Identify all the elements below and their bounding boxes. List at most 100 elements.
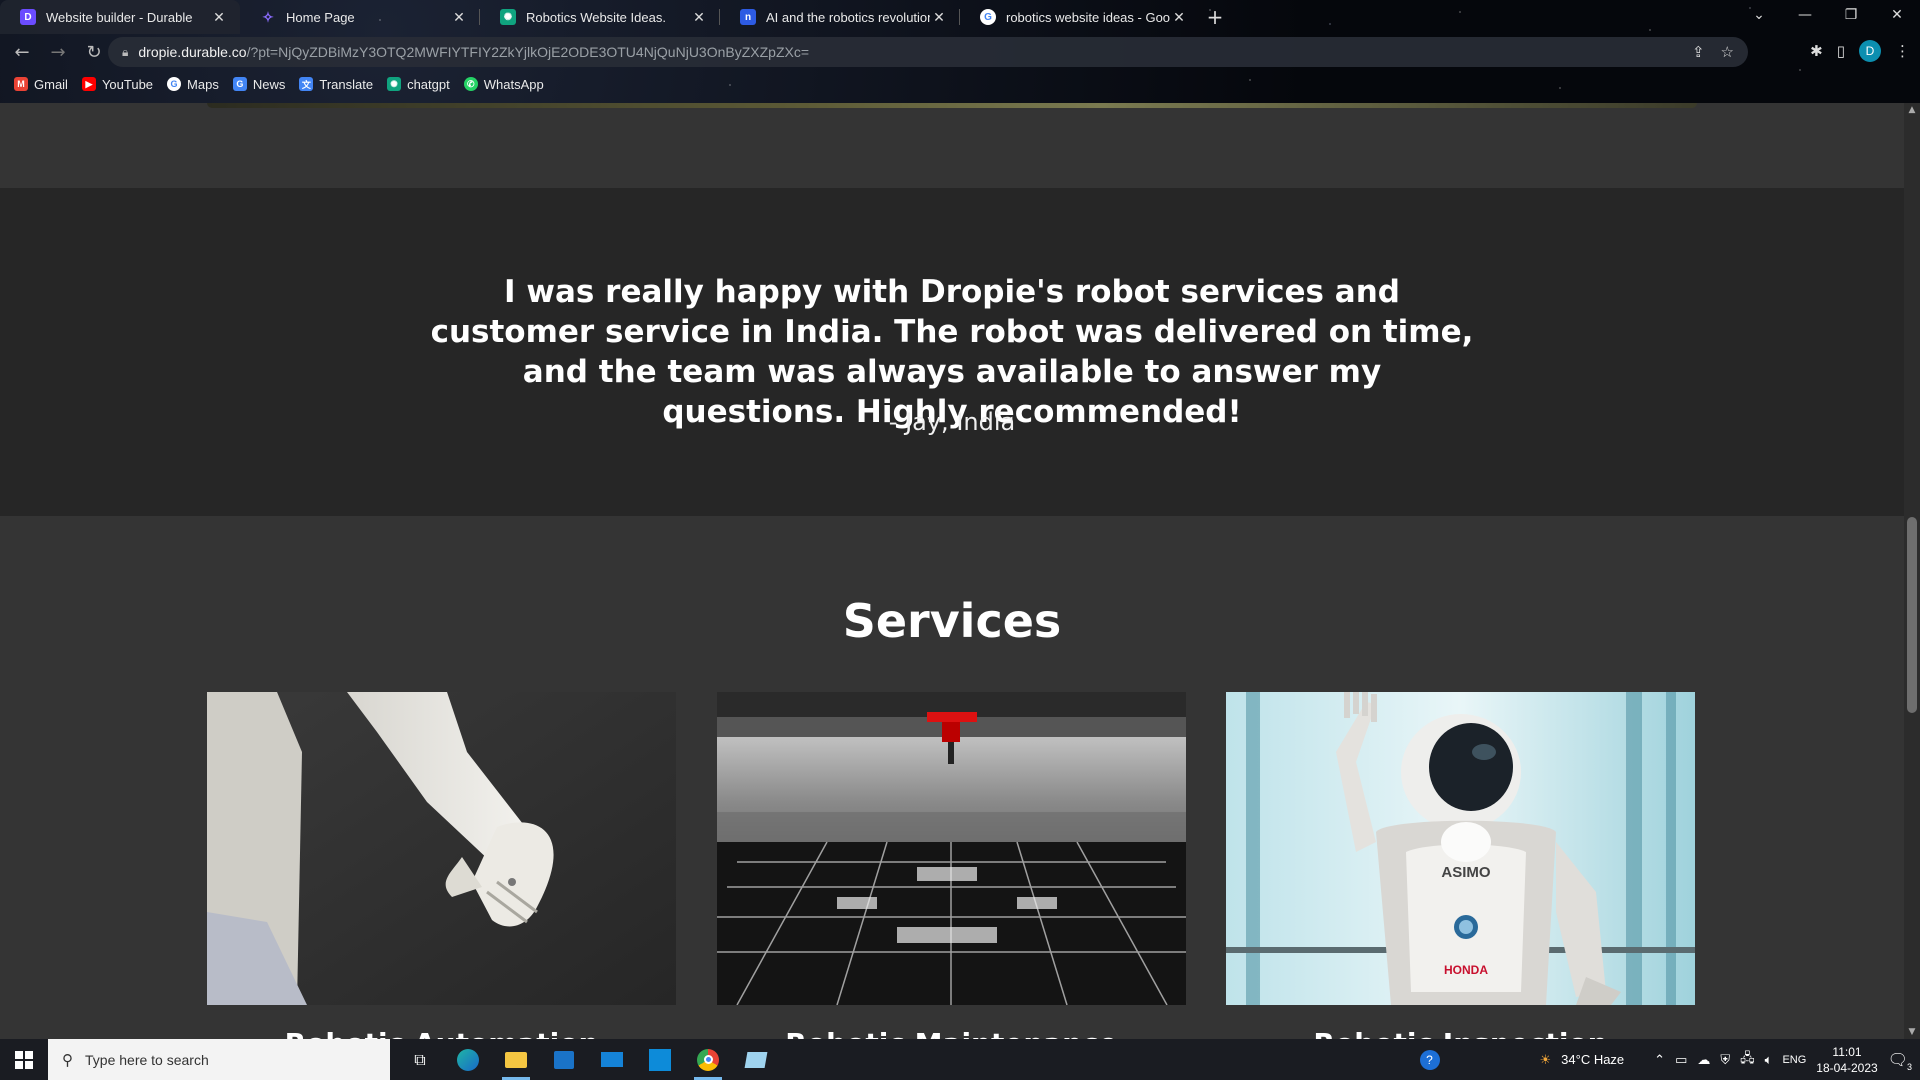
- minimize-icon[interactable]: —: [1782, 0, 1828, 34]
- wand-favicon-icon: ✧: [262, 8, 274, 25]
- device-icon[interactable]: ▭: [1675, 1052, 1687, 1068]
- reload-icon[interactable]: ↻: [80, 42, 108, 63]
- bookmark-gmail[interactable]: M Gmail: [14, 77, 68, 92]
- tab-home-page[interactable]: ✧ Home Page ✕: [240, 0, 480, 34]
- restore-icon[interactable]: ❐: [1828, 0, 1874, 34]
- tab-search-icon[interactable]: ⌄: [1736, 0, 1782, 34]
- volume-icon[interactable]: 🔈︎: [1765, 1052, 1773, 1068]
- search-placeholder: Type here to search: [85, 1051, 209, 1068]
- side-panel-icon[interactable]: ▯: [1837, 42, 1845, 60]
- task-view-icon[interactable]: ⧉: [396, 1039, 444, 1080]
- service-title-3: Robotic Inspection: [1226, 1024, 1695, 1039]
- hp-app-icon[interactable]: [636, 1039, 684, 1080]
- page-scrollbar[interactable]: ▲ ▼: [1904, 103, 1920, 1039]
- network-icon[interactable]: 🖧︎: [1740, 1049, 1755, 1071]
- address-bar[interactable]: 🔒︎ dropie.durable.co /?pt=NjQyZDBiMzY3OT…: [108, 37, 1748, 67]
- show-hidden-icons-icon[interactable]: ⌃: [1654, 1052, 1665, 1068]
- language-indicator[interactable]: ENG: [1782, 1054, 1806, 1066]
- mail-icon[interactable]: [588, 1039, 636, 1080]
- tab-title: Home Page: [286, 9, 355, 25]
- durable-favicon-icon: D: [20, 9, 36, 25]
- bookmark-whatsapp[interactable]: ✆ WhatsApp: [463, 76, 544, 92]
- clock[interactable]: 11:01 18-04-2023: [1816, 1044, 1877, 1076]
- service-card-image-circuit-board: [717, 692, 1186, 1005]
- youtube-icon: ▶: [81, 77, 96, 91]
- bookmark-label: WhatsApp: [483, 76, 544, 92]
- scrollbar-thumb[interactable]: [1907, 517, 1917, 713]
- tab-google-search[interactable]: G robotics website ideas - Google ✕: [960, 0, 1200, 34]
- tab-title: AI and the robotics revolution W: [766, 9, 930, 25]
- profile-avatar[interactable]: D: [1859, 40, 1881, 62]
- help-icon[interactable]: ?: [1419, 1049, 1440, 1070]
- chrome-icon[interactable]: [684, 1039, 732, 1080]
- omnibox-actions: ⇪ ☆: [1692, 43, 1734, 61]
- weather-text[interactable]: 34°C Haze: [1561, 1052, 1624, 1067]
- gmail-icon: M: [14, 77, 28, 91]
- bookmark-label: Gmail: [34, 76, 68, 92]
- lock-icon[interactable]: 🔒︎: [122, 45, 128, 60]
- notification-count: 3: [1906, 1061, 1912, 1072]
- taskbar-search-box[interactable]: ⚲ Type here to search: [48, 1039, 390, 1080]
- weather-icon[interactable]: ☀: [1540, 1052, 1552, 1068]
- system-tray: ? ☀ 34°C Haze ⌃ ▭ ☁ ⛨ 🖧︎ 🔈︎ ENG 11:01 18…: [1419, 1039, 1920, 1080]
- onedrive-icon[interactable]: ☁: [1697, 1052, 1710, 1068]
- back-icon[interactable]: ←: [8, 42, 36, 63]
- bookmark-news[interactable]: G News: [232, 77, 285, 92]
- tab-title: robotics website ideas - Google: [1006, 9, 1170, 25]
- snipping-tool-icon[interactable]: [732, 1039, 780, 1080]
- new-tab-button[interactable]: +: [1200, 0, 1230, 34]
- bookmark-maps[interactable]: G Maps: [167, 77, 219, 92]
- bookmark-youtube[interactable]: ▶ YouTube: [81, 76, 154, 92]
- window-controls: ⌄ — ❐ ✕: [1736, 0, 1920, 34]
- start-button[interactable]: [0, 1039, 48, 1080]
- close-window-icon[interactable]: ✕: [1874, 0, 1920, 34]
- edge-icon[interactable]: [444, 1039, 492, 1080]
- forward-icon[interactable]: →: [44, 42, 72, 63]
- bookmark-translate[interactable]: 文 Translate: [299, 77, 373, 92]
- browser-chrome: D Website builder - Durable ✕ ✧ Home Pag…: [0, 0, 1920, 103]
- close-tab-icon[interactable]: ✕: [930, 9, 948, 26]
- translate-icon: 文: [299, 77, 314, 91]
- bookmark-star-icon[interactable]: ☆: [1721, 43, 1734, 61]
- browser-toolbar: ← → ↻ 🔒︎ dropie.durable.co /?pt=NjQyZDBi…: [0, 34, 1920, 70]
- circuit-board-illustration: [717, 692, 1186, 1005]
- clock-time: 11:01: [1832, 1044, 1862, 1059]
- services-heading: Services: [842, 594, 1062, 648]
- close-tab-icon[interactable]: ✕: [1170, 9, 1188, 26]
- whatsapp-icon: ✆: [463, 77, 478, 91]
- file-explorer-icon[interactable]: [492, 1039, 540, 1080]
- tab-website-builder[interactable]: D Website builder - Durable ✕: [0, 0, 240, 34]
- share-icon[interactable]: ⇪: [1692, 43, 1705, 61]
- tab-strip: D Website builder - Durable ✕ ✧ Home Pag…: [0, 0, 1920, 34]
- google-icon: G: [167, 77, 182, 91]
- hero-section-bottom: [0, 103, 1904, 188]
- close-tab-icon[interactable]: ✕: [450, 9, 468, 26]
- bookmark-label: Translate: [319, 76, 374, 92]
- security-icon[interactable]: ⛨: [1720, 1052, 1730, 1068]
- bookmark-label: YouTube: [101, 76, 154, 92]
- bookmark-label: chatgpt: [407, 76, 450, 92]
- clock-date: 18-04-2023: [1816, 1060, 1878, 1075]
- tab-title: Website builder - Durable: [46, 9, 193, 25]
- notifications-icon[interactable]: 🗨︎ 3: [1888, 1050, 1912, 1072]
- close-tab-icon[interactable]: ✕: [210, 9, 228, 26]
- chatgpt-favicon-icon: ✺: [500, 9, 516, 25]
- extensions-icon[interactable]: ✱: [1810, 42, 1823, 60]
- tab-robotics-website-ideas[interactable]: ✺ Robotics Website Ideas. ✕: [480, 0, 720, 34]
- scroll-down-icon[interactable]: ▼: [1904, 1027, 1920, 1037]
- news-icon: G: [232, 77, 247, 91]
- testimonial-author: - Jay, India: [888, 408, 1016, 436]
- service-card-image-asimo: ASIMO HONDA: [1226, 692, 1695, 1005]
- toolbar-actions: ✱ ▯ D ⋮: [1810, 40, 1910, 62]
- bookmark-label: Maps: [187, 76, 219, 92]
- tab-ai-robotics-revolution[interactable]: n AI and the robotics revolution W ✕: [720, 0, 960, 34]
- testimonial-section: I was really happy with Dropie's robot s…: [0, 188, 1904, 516]
- close-tab-icon[interactable]: ✕: [690, 9, 708, 26]
- hero-image-edge: [207, 103, 1697, 108]
- url-path: /?pt=NjQyZDBiMzY3OTQ2MWFIYTFIY2ZkYjlkOjE…: [246, 44, 810, 60]
- microsoft-store-icon[interactable]: [540, 1039, 588, 1080]
- scroll-up-icon[interactable]: ▲: [1904, 105, 1920, 115]
- menu-icon[interactable]: ⋮: [1895, 42, 1910, 60]
- chatgpt-icon: ✺: [387, 77, 402, 91]
- bookmark-chatgpt[interactable]: ✺ chatgpt: [387, 77, 450, 92]
